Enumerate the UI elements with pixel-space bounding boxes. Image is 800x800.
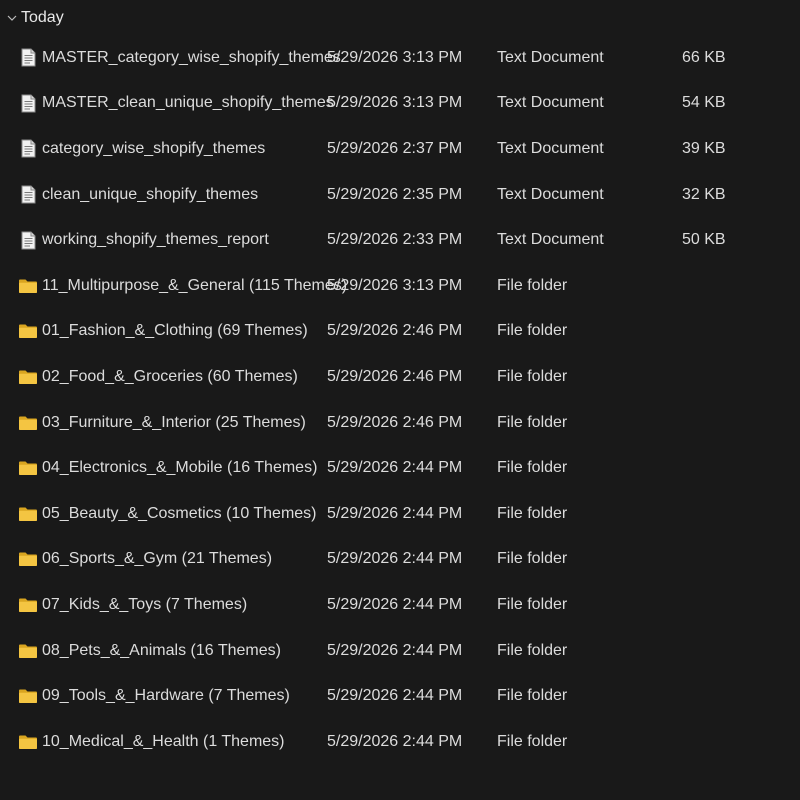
folder-icon [18,732,38,752]
file-row-6[interactable]: 11_Multipurpose_&_General (115 Themes) 5… [0,263,800,309]
file-list: MASTER_category_wise_shopify_themes 5/29… [0,35,800,765]
file-type: Text Document [497,139,604,157]
file-type: Text Document [497,94,604,112]
file-name: MASTER_category_wise_shopify_themes [42,48,341,66]
file-date-modified: 5/29/2026 2:44 PM [327,732,463,750]
file-row-1[interactable]: MASTER_category_wise_shopify_themes 5/29… [0,35,800,81]
text-document-icon [18,139,38,159]
file-name: 03_Furniture_&_Interior (25 Themes) [42,413,306,431]
folder-icon [18,549,38,569]
file-date-modified: 5/29/2026 2:44 PM [327,459,463,477]
folder-icon [18,458,38,478]
file-type: File folder [497,413,568,431]
file-row-4[interactable]: clean_unique_shopify_themes 5/29/2026 2:… [0,172,800,218]
file-row-7[interactable]: 01_Fashion_&_Clothing (69 Themes) 5/29/2… [0,309,800,355]
file-date-modified: 5/29/2026 2:44 PM [327,687,463,705]
file-type: File folder [497,504,568,522]
file-date-modified: 5/29/2026 3:13 PM [327,48,463,66]
file-date-modified: 5/29/2026 2:44 PM [327,595,463,613]
file-name: 06_Sports_&_Gym (21 Themes) [42,550,273,568]
file-date-modified: 5/29/2026 2:35 PM [327,185,463,203]
chevron-down-icon[interactable] [4,10,20,26]
text-document-icon [18,185,38,205]
file-date-modified: 5/29/2026 2:44 PM [327,641,463,659]
file-size: 39 KB [682,139,726,157]
file-name: 10_Medical_&_Health (1 Themes) [42,732,285,750]
file-type: File folder [497,276,568,294]
file-date-modified: 5/29/2026 2:46 PM [327,367,463,385]
file-row-13[interactable]: 07_Kids_&_Toys (7 Themes) 5/29/2026 2:44… [0,582,800,628]
file-name: clean_unique_shopify_themes [42,185,259,203]
file-row-9[interactable]: 03_Furniture_&_Interior (25 Themes) 5/29… [0,400,800,446]
folder-icon [18,504,38,524]
folder-icon [18,276,38,296]
file-date-modified: 5/29/2026 2:44 PM [327,504,463,522]
file-type: File folder [497,687,568,705]
file-name: 09_Tools_&_Hardware (7 Themes) [42,687,290,705]
file-date-modified: 5/29/2026 2:33 PM [327,231,463,249]
file-date-modified: 5/29/2026 2:37 PM [327,139,463,157]
folder-icon [18,686,38,706]
file-name: MASTER_clean_unique_shopify_themes [42,94,334,112]
file-type: File folder [497,641,568,659]
file-date-modified: 5/29/2026 2:46 PM [327,322,463,340]
file-row-15[interactable]: 09_Tools_&_Hardware (7 Themes) 5/29/2026… [0,673,800,719]
file-row-16[interactable]: 10_Medical_&_Health (1 Themes) 5/29/2026… [0,719,800,765]
file-size: 32 KB [682,185,726,203]
group-header-today[interactable]: Today [0,4,800,32]
file-date-modified: 5/29/2026 2:44 PM [327,550,463,568]
file-name: 01_Fashion_&_Clothing (69 Themes) [42,322,308,340]
file-row-3[interactable]: category_wise_shopify_themes 5/29/2026 2… [0,126,800,172]
file-name: 07_Kids_&_Toys (7 Themes) [42,595,248,613]
file-name: 04_Electronics_&_Mobile (16 Themes) [42,459,318,477]
file-size: 50 KB [682,231,726,249]
file-type: Text Document [497,231,604,249]
folder-icon [18,595,38,615]
file-type: File folder [497,367,568,385]
file-row-10[interactable]: 04_Electronics_&_Mobile (16 Themes) 5/29… [0,445,800,491]
file-type: File folder [497,459,568,477]
file-row-11[interactable]: 05_Beauty_&_Cosmetics (10 Themes) 5/29/2… [0,491,800,537]
file-type: File folder [497,595,568,613]
file-name: 02_Food_&_Groceries (60 Themes) [42,367,298,385]
file-row-5[interactable]: working_shopify_themes_report 5/29/2026 … [0,217,800,263]
file-name: 08_Pets_&_Animals (16 Themes) [42,641,281,659]
folder-icon [18,321,38,341]
file-name: category_wise_shopify_themes [42,139,266,157]
file-type: File folder [497,732,568,750]
file-size: 54 KB [682,94,726,112]
file-row-14[interactable]: 08_Pets_&_Animals (16 Themes) 5/29/2026 … [0,628,800,674]
file-name: 05_Beauty_&_Cosmetics (10 Themes) [42,504,317,522]
file-type: Text Document [497,185,604,203]
folder-icon [18,641,38,661]
file-type: Text Document [497,48,604,66]
group-title: Today [21,9,64,26]
text-document-icon [18,48,38,68]
folder-icon [18,367,38,387]
folder-icon [18,413,38,433]
file-type: File folder [497,550,568,568]
file-row-12[interactable]: 06_Sports_&_Gym (21 Themes) 5/29/2026 2:… [0,537,800,583]
file-date-modified: 5/29/2026 3:13 PM [327,276,463,294]
file-size: 66 KB [682,48,726,66]
file-date-modified: 5/29/2026 3:13 PM [327,94,463,112]
file-type: File folder [497,322,568,340]
text-document-icon [18,230,38,250]
file-name: 11_Multipurpose_&_General (115 Themes) [42,276,348,294]
file-name: working_shopify_themes_report [42,231,269,249]
file-row-8[interactable]: 02_Food_&_Groceries (60 Themes) 5/29/202… [0,354,800,400]
file-row-2[interactable]: MASTER_clean_unique_shopify_themes 5/29/… [0,81,800,127]
text-document-icon [18,93,38,113]
file-date-modified: 5/29/2026 2:46 PM [327,413,463,431]
